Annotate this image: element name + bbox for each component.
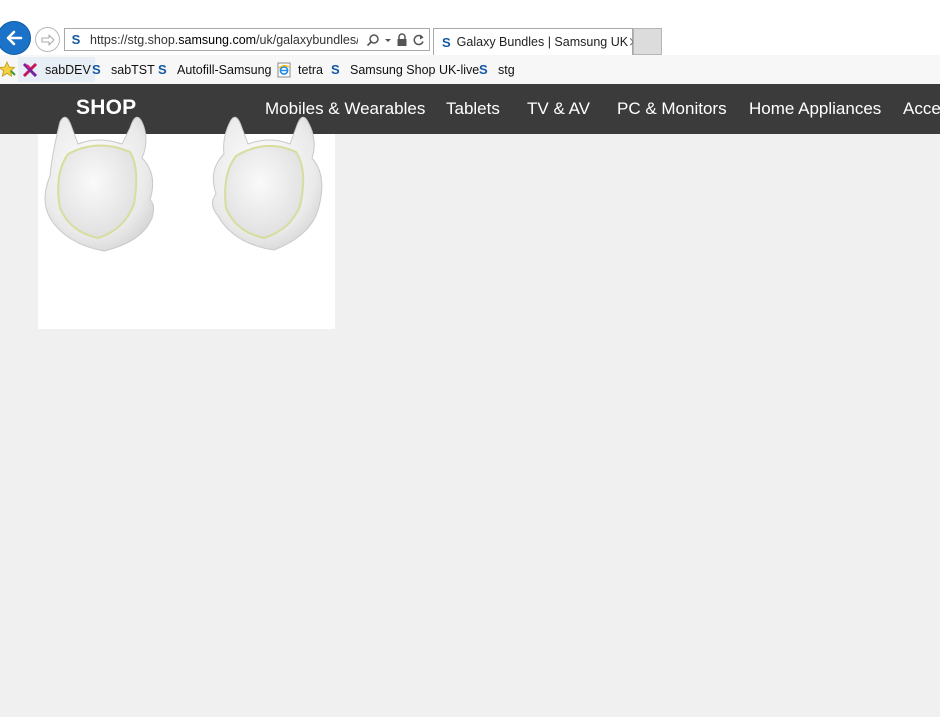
lock-icon[interactable] [396, 32, 408, 47]
arrow-right-icon [40, 33, 55, 46]
samsung-s-icon: S [158, 62, 167, 77]
address-bar[interactable]: S https://stg.shop.samsung.com/uk/galaxy… [64, 28, 430, 51]
tools-icon [22, 62, 38, 78]
favorite-label: Autofill-Samsung [177, 62, 272, 77]
dropdown-arrow-icon[interactable] [384, 33, 392, 47]
samsung-s-icon: S [479, 62, 488, 77]
browser-tab[interactable]: S Galaxy Bundles | Samsung UK × [433, 28, 639, 55]
url-domain: samsung.com [178, 32, 257, 47]
earbuds-product-image [44, 116, 323, 252]
samsung-favicon-icon: S [71, 32, 81, 47]
nav-link-home-appliances[interactable]: Home Appliances [749, 99, 881, 119]
favorites-star-icon[interactable] [0, 61, 16, 78]
left-earbud [44, 116, 155, 252]
product-card[interactable] [38, 116, 335, 329]
favorite-label: sabDEV [45, 62, 91, 77]
favorite-label: stg [498, 62, 515, 77]
browser-chrome: S https://stg.shop.samsung.com/uk/galaxy… [0, 0, 940, 55]
address-tools [366, 32, 425, 47]
nav-link-pc-monitors[interactable]: PC & Monitors [617, 99, 727, 119]
favorite-sabtst[interactable]: S sabTST [92, 55, 155, 84]
url-path: /uk/galaxybundles/ [256, 32, 358, 47]
new-tab-button[interactable] [633, 28, 662, 55]
arrow-left-icon [6, 30, 23, 46]
url-text[interactable]: https://stg.shop.samsung.com/uk/galaxybu… [90, 33, 358, 47]
favorites-bar: sabDEV S sabTST S Autofill-Samsung tetra… [0, 55, 940, 84]
favorite-autofill-samsung[interactable]: S Autofill-Samsung [158, 55, 272, 84]
ie-page-icon [277, 62, 291, 78]
nav-link-tablets[interactable]: Tablets [446, 99, 500, 119]
right-earbud [212, 116, 323, 251]
samsung-favicon-icon: S [442, 34, 451, 50]
forward-button[interactable] [35, 27, 60, 52]
tab-title: Galaxy Bundles | Samsung UK [456, 35, 629, 49]
samsung-s-icon: S [331, 62, 340, 77]
samsung-s-icon: S [92, 62, 101, 77]
search-icon[interactable] [366, 33, 380, 47]
back-button[interactable] [0, 21, 31, 55]
favorite-stg[interactable]: S stg [479, 55, 515, 84]
favorite-label: sabTST [111, 62, 155, 77]
favorite-sabdev[interactable]: sabDEV [18, 57, 95, 82]
refresh-icon[interactable] [412, 33, 425, 47]
favorite-samsung-shop-uk-live[interactable]: S Samsung Shop UK-live [331, 55, 479, 84]
favorite-tetra[interactable]: tetra [277, 55, 323, 84]
nav-link-accessories[interactable]: Acce [903, 99, 940, 119]
url-prefix: https://stg.shop. [90, 32, 179, 47]
nav-link-tv-av[interactable]: TV & AV [527, 99, 590, 119]
favorite-label: tetra [298, 62, 324, 77]
favorite-label: Samsung Shop UK-live [350, 62, 480, 77]
